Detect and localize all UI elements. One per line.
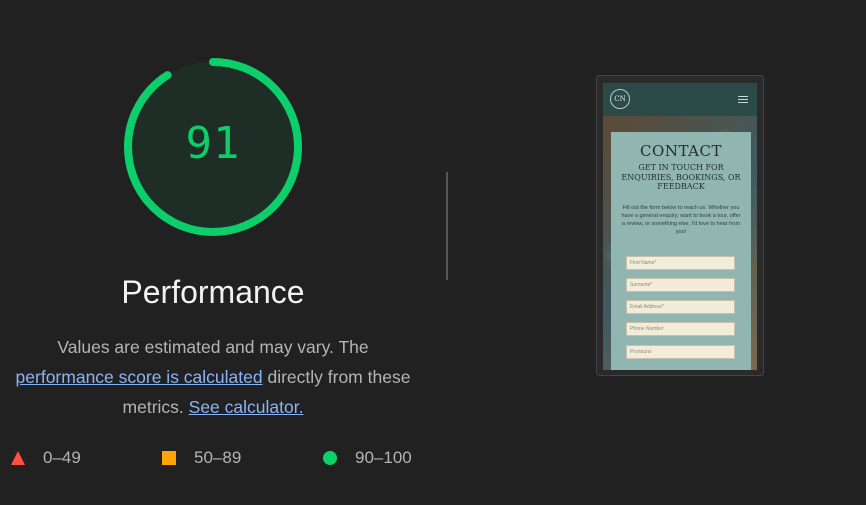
red-triangle-icon	[11, 451, 25, 465]
surname-field: Surname*	[626, 278, 735, 292]
contact-intro-text: Fill out the form below to reach us. Whe…	[621, 205, 741, 235]
performance-score-gauge: 91	[122, 56, 304, 238]
description-line-1: Values are estimated and may vary. The	[57, 337, 369, 357]
phone-field: Phone Number	[626, 322, 735, 336]
hero-background: CONTACT GET IN TOUCH FOR ENQUIRIES, BOOK…	[603, 116, 757, 370]
first-name-field: First Name*	[626, 256, 735, 270]
description-line-2: directly from these	[262, 367, 411, 387]
legend-label: 0–49	[43, 448, 81, 467]
legend-item-fail: 0–49	[11, 448, 81, 468]
score-calculation-link[interactable]: performance score is calculated	[16, 367, 263, 387]
score-legend: 0–49 50–89 90–100	[0, 448, 440, 472]
see-calculator-link[interactable]: See calculator.	[189, 397, 304, 417]
legend-label: 50–89	[194, 448, 242, 467]
legend-label: 90–100	[355, 448, 412, 467]
pronouns-field: Pronouns	[626, 345, 735, 359]
screenshot-screen: CN CONTACT GET IN TOUCH FOR ENQUIRIES, B…	[603, 83, 757, 370]
score-value: 91	[185, 117, 241, 169]
site-logo: CN	[610, 89, 630, 109]
divider	[446, 172, 448, 280]
contact-subtitle: GET IN TOUCH FOR ENQUIRIES, BOOKINGS, OR…	[621, 163, 741, 191]
contact-card: CONTACT GET IN TOUCH FOR ENQUIRIES, BOOK…	[611, 132, 751, 370]
page-screenshot-thumbnail[interactable]: CN CONTACT GET IN TOUCH FOR ENQUIRIES, B…	[596, 75, 764, 376]
hamburger-icon	[738, 96, 748, 105]
category-title: Performance	[121, 274, 305, 310]
site-header: CN	[603, 83, 757, 116]
contact-title: CONTACT	[640, 142, 722, 160]
green-circle-icon	[323, 451, 337, 465]
score-description: Values are estimated and may vary. The p…	[0, 332, 426, 422]
legend-item-pass: 90–100	[323, 448, 412, 468]
legend-item-average: 50–89	[162, 448, 241, 468]
email-field: Email Address*	[626, 300, 735, 314]
description-line-3: metrics.	[122, 397, 189, 417]
orange-square-icon	[162, 451, 176, 465]
